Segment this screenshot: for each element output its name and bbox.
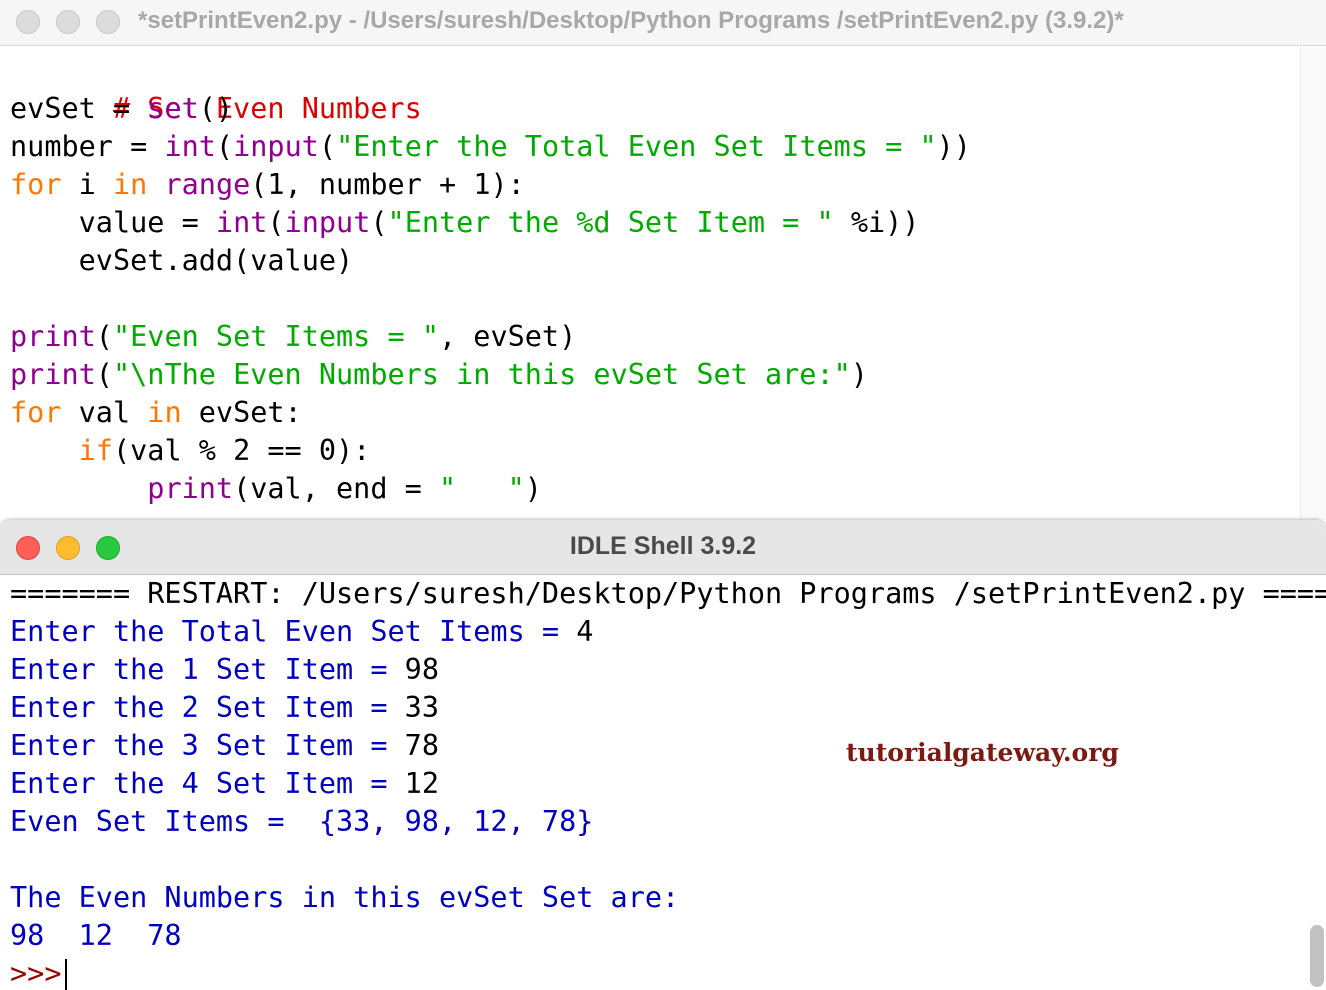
code-builtin: print <box>10 320 96 353</box>
code-line-2: evSet = set() <box>10 90 971 128</box>
shell-window-title: IDLE Shell 3.9.2 <box>569 532 757 560</box>
code-text: ( <box>215 130 234 163</box>
code-text: ) <box>524 472 542 505</box>
input-value: 4 <box>576 615 594 648</box>
code-builtin: print <box>10 358 96 391</box>
io-line: Enter the 1 Set Item = 98 <box>10 651 1326 689</box>
code-string: " " <box>438 472 525 505</box>
io-line: Enter the Total Even Set Items = 4 <box>10 613 1326 651</box>
editor-window: *setPrintEven2.py - /Users/suresh/Deskto… <box>0 0 1326 520</box>
restart-line: ======= RESTART: /Users/suresh/Desktop/P… <box>10 577 1326 610</box>
code-line-1: # Set Even Numbers <box>10 52 971 125</box>
code-line-3: number = int(input("Enter the Total Even… <box>10 128 971 166</box>
code-line-8: print("Even Set Items = ", evSet) <box>10 318 971 356</box>
input-prompt-text: Enter the 1 Set Item = <box>10 653 405 686</box>
shell-output[interactable]: ======= RESTART: /Users/suresh/Desktop/P… <box>10 575 1326 990</box>
code-keyword: in <box>112 168 148 201</box>
code-builtin: print <box>147 472 234 505</box>
code-text: i <box>61 168 113 201</box>
code-text: %i)) <box>833 206 920 239</box>
code-line-5: value = int(input("Enter the %d Set Item… <box>10 204 971 242</box>
code-text: value = <box>10 206 216 239</box>
shell-window: IDLE Shell 3.9.2 ======= RESTART: /Users… <box>0 520 1326 990</box>
input-value: 33 <box>404 691 439 724</box>
code-text: ( <box>95 358 113 391</box>
code-builtin: set <box>147 92 199 125</box>
code-text: ( <box>95 320 113 353</box>
code-text: (1, number + 1): <box>250 168 525 201</box>
code-text: )) <box>936 130 971 163</box>
code-builtin: int <box>215 206 268 239</box>
editor-window-title: *setPrintEven2.py - /Users/suresh/Deskto… <box>138 7 1124 34</box>
zoom-button[interactable] <box>96 10 120 34</box>
code-text: number = <box>10 130 165 163</box>
code-text: evSet = <box>10 92 148 125</box>
code-builtin: int <box>164 130 216 163</box>
input-value: 98 <box>404 653 439 686</box>
code-text: evSet: <box>181 396 302 429</box>
code-text: val <box>61 396 148 429</box>
code-line-11: if(val % 2 == 0): <box>10 432 971 470</box>
code-keyword: for <box>10 168 62 201</box>
code-text: () <box>198 92 234 125</box>
shell-prompt: >>> <box>10 957 62 990</box>
minimize-button[interactable] <box>56 10 80 34</box>
output-blank-line <box>10 841 1326 879</box>
code-text: (val % 2 == 0): <box>112 434 371 467</box>
code-line-10: for val in evSet: <box>10 394 971 432</box>
text-cursor <box>65 959 68 990</box>
code-keyword: if <box>78 434 113 467</box>
shell-prompt-line[interactable]: >>> <box>10 955 1326 990</box>
shell-titlebar[interactable]: IDLE Shell 3.9.2 <box>0 520 1326 575</box>
code-text: , evSet) <box>438 320 577 353</box>
code-text: ( <box>318 130 337 163</box>
input-prompt-text: Enter the 4 Set Item = <box>10 767 405 800</box>
code-text: evSet.add(value) <box>10 244 354 277</box>
input-prompt-text: Enter the Total Even Set Items = <box>10 615 577 648</box>
input-prompt-text: Enter the 3 Set Item = <box>10 729 405 762</box>
close-button[interactable] <box>16 10 40 34</box>
code-string: "Even Set Items = " <box>112 320 439 353</box>
even-set-items-output: Even Set Items = {33, 98, 12, 78} <box>10 805 594 838</box>
code-line-12: print(val, end = " ") <box>10 470 971 508</box>
watermark-logo: tutorialgateway.org <box>846 738 1119 767</box>
input-value: 78 <box>404 729 439 762</box>
code-line-4: for i in range(1, number + 1): <box>10 166 971 204</box>
io-line: Enter the 3 Set Item = 78 <box>10 727 1326 765</box>
editor-scrollbar[interactable] <box>1300 46 1326 520</box>
code-string: "Enter the Total Even Set Items = " <box>336 130 937 163</box>
io-line: Enter the 4 Set Item = 12 <box>10 765 1326 803</box>
code-string: "\nThe Even Numbers in this evSet Set ar… <box>112 358 851 391</box>
code-text: ( <box>267 206 285 239</box>
code-text: ) <box>850 358 868 391</box>
code-line-9: print("\nThe Even Numbers in this evSet … <box>10 356 971 394</box>
editor-titlebar[interactable]: *setPrintEven2.py - /Users/suresh/Deskto… <box>0 0 1326 46</box>
code-builtin: input <box>233 130 319 163</box>
input-value: 12 <box>404 767 439 800</box>
code-keyword: for <box>10 396 62 429</box>
io-line: Enter the 2 Set Item = 33 <box>10 689 1326 727</box>
code-builtin: range <box>164 168 251 201</box>
code-builtin: input <box>284 206 371 239</box>
even-numbers-heading: The Even Numbers in this evSet Set are: <box>10 881 680 914</box>
even-numbers-result: 98 12 78 <box>10 919 182 952</box>
shell-scrollbar-thumb[interactable] <box>1310 925 1324 987</box>
code-editor[interactable]: # Set Even Numbers evSet = set() number … <box>10 52 971 508</box>
code-text: (val, end = <box>233 472 439 505</box>
code-text: ( <box>370 206 388 239</box>
code-keyword: in <box>147 396 182 429</box>
code-line-6: evSet.add(value) <box>10 242 971 280</box>
input-prompt-text: Enter the 2 Set Item = <box>10 691 405 724</box>
code-string: "Enter the %d Set Item = " <box>387 206 834 239</box>
